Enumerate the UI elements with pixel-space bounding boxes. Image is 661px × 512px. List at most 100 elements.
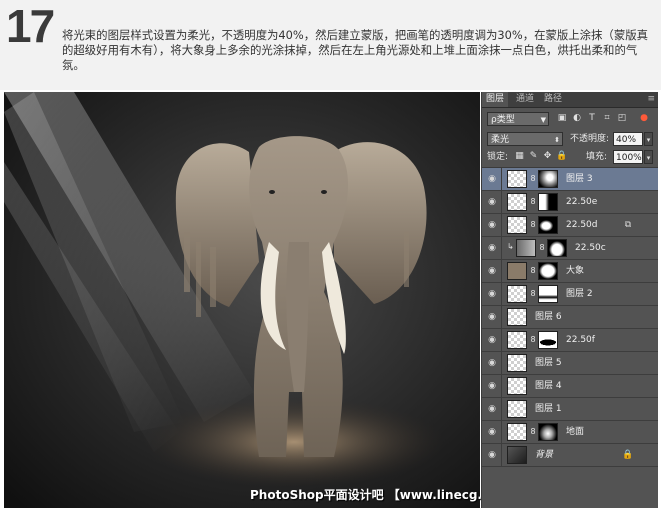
- layer-mask-thumbnail[interactable]: [538, 423, 558, 441]
- mask-link-icon[interactable]: 8: [530, 197, 536, 207]
- layer-name[interactable]: 图层 4: [535, 375, 562, 397]
- adjustment-filter-icon[interactable]: ◐: [571, 112, 583, 124]
- lock-transparent-icon[interactable]: ▦: [514, 151, 525, 162]
- layer-thumbnail[interactable]: [516, 239, 536, 257]
- layer-thumbnail[interactable]: [507, 193, 527, 211]
- layer-row[interactable]: ◉ 8 地面: [482, 421, 658, 444]
- layer-row[interactable]: ◉ 8 22.50e: [482, 191, 658, 214]
- layer-row[interactable]: ◉ 8 图层 2: [482, 283, 658, 306]
- layer-filter-dropdown[interactable]: ρ类型 ▼: [487, 112, 549, 126]
- layer-name[interactable]: 背景: [535, 444, 553, 466]
- divider: [501, 237, 502, 259]
- eye-icon[interactable]: ◉: [486, 173, 498, 185]
- mask-link-icon[interactable]: 8: [539, 243, 545, 253]
- layer-thumbnail[interactable]: [507, 308, 527, 326]
- eye-icon[interactable]: ◉: [486, 219, 498, 231]
- elephant-artwork: [4, 92, 480, 508]
- layer-name[interactable]: 大象: [566, 260, 584, 282]
- blend-mode-dropdown[interactable]: 柔光 ⬍: [487, 132, 563, 146]
- mask-link-icon[interactable]: 8: [530, 174, 536, 184]
- smart-object-filter-icon[interactable]: ◰: [616, 112, 628, 124]
- mask-link-icon[interactable]: 8: [530, 427, 536, 437]
- fill-input[interactable]: 100%: [613, 150, 643, 164]
- eye-icon[interactable]: ◉: [486, 265, 498, 277]
- opacity-slider-button[interactable]: ▾: [644, 132, 653, 146]
- layer-mask-thumbnail[interactable]: [547, 239, 567, 257]
- blend-row: 柔光 ⬍ 不透明度: 40% ▾: [482, 130, 658, 148]
- layer-mask-thumbnail[interactable]: [538, 170, 558, 188]
- layer-thumbnail[interactable]: [507, 262, 527, 280]
- layer-thumbnail[interactable]: [507, 216, 527, 234]
- layer-thumbnail[interactable]: [507, 285, 527, 303]
- layer-name[interactable]: 22.50c: [575, 237, 606, 259]
- layer-row[interactable]: ◉ 8 图层 3: [482, 168, 658, 191]
- eye-icon[interactable]: ◉: [486, 311, 498, 323]
- layer-row[interactable]: ◉ 图层 4: [482, 375, 658, 398]
- layer-mask-thumbnail[interactable]: [538, 193, 558, 211]
- layer-row[interactable]: ◉ 8 大象: [482, 260, 658, 283]
- layer-mask-thumbnail[interactable]: [538, 262, 558, 280]
- layer-name[interactable]: 地面: [566, 421, 584, 443]
- layer-name[interactable]: 图层 3: [566, 168, 593, 190]
- opacity-input[interactable]: 40%: [613, 132, 643, 146]
- mask-link-icon[interactable]: 8: [530, 335, 536, 345]
- shape-filter-icon[interactable]: ⌗: [601, 112, 613, 124]
- layer-mask-thumbnail[interactable]: [538, 216, 558, 234]
- layer-row[interactable]: ◉ 8 22.50f: [482, 329, 658, 352]
- layer-thumbnail[interactable]: [507, 400, 527, 418]
- lock-position-icon[interactable]: ✥: [542, 151, 553, 162]
- divider: [501, 444, 502, 466]
- eye-icon[interactable]: ◉: [486, 403, 498, 415]
- layer-thumbnail[interactable]: [507, 377, 527, 395]
- layer-row[interactable]: ◉ 图层 6: [482, 306, 658, 329]
- layer-name[interactable]: 图层 2: [566, 283, 593, 305]
- eye-icon[interactable]: ◉: [486, 288, 498, 300]
- lock-row: 锁定: ▦ ✎ ✥ 🔒 填充: 100% ▾: [482, 149, 658, 168]
- layer-name[interactable]: 22.50d: [566, 214, 597, 236]
- tab-paths[interactable]: 路径: [540, 92, 566, 107]
- eye-icon[interactable]: ◉: [486, 449, 498, 461]
- type-filter-icon[interactable]: T: [586, 112, 598, 124]
- layer-row[interactable]: ◉ 8 22.50d ⧉: [482, 214, 658, 237]
- layer-name[interactable]: 图层 1: [535, 398, 562, 420]
- lock-image-icon[interactable]: ✎: [528, 151, 539, 162]
- layer-mask-thumbnail[interactable]: [538, 285, 558, 303]
- eye-icon[interactable]: ◉: [486, 380, 498, 392]
- layer-mask-thumbnail[interactable]: [538, 331, 558, 349]
- layer-row[interactable]: ◉ ↳ 8 22.50c: [482, 237, 658, 260]
- layer-thumbnail[interactable]: [507, 170, 527, 188]
- layer-row[interactable]: ◉ 图层 5: [482, 352, 658, 375]
- layer-row[interactable]: ◉ 背景 🔒: [482, 444, 658, 467]
- layer-thumbnail[interactable]: [507, 354, 527, 372]
- lock-icon: 🔒: [622, 450, 634, 460]
- clipping-arrow-icon: ↳: [507, 242, 514, 251]
- eye-icon[interactable]: ◉: [486, 357, 498, 369]
- layer-name[interactable]: 22.50e: [566, 191, 597, 213]
- layer-name[interactable]: 图层 6: [535, 306, 562, 328]
- eye-icon[interactable]: ◉: [486, 196, 498, 208]
- filter-label: ρ类型: [491, 115, 515, 125]
- step-number: 17: [6, 0, 55, 52]
- fill-slider-button[interactable]: ▾: [644, 150, 653, 164]
- tab-layers[interactable]: 图层: [482, 92, 509, 107]
- layer-thumbnail[interactable]: [507, 331, 527, 349]
- layer-name[interactable]: 图层 5: [535, 352, 562, 374]
- lock-all-icon[interactable]: 🔒: [556, 151, 567, 162]
- eye-icon[interactable]: ◉: [486, 242, 498, 254]
- mask-link-icon[interactable]: 8: [530, 266, 536, 276]
- mask-link-icon[interactable]: 8: [530, 289, 536, 299]
- layer-row[interactable]: ◉ 图层 1: [482, 398, 658, 421]
- step-description: 将光束的图层样式设置为柔光，不透明度为40%，然后建立蒙版，把画笔的透明度调为3…: [62, 28, 648, 72]
- layer-thumbnail[interactable]: [507, 423, 527, 441]
- blend-mode-value: 柔光: [491, 135, 510, 145]
- filter-toggle-icon[interactable]: ●: [638, 112, 650, 124]
- layers-panel: 图层 通道 路径 ≡ ρ类型 ▼ ▣ ◐ T ⌗ ◰ ● 柔光 ⬍ 不透明度: …: [481, 92, 658, 508]
- layer-name[interactable]: 22.50f: [566, 329, 595, 351]
- eye-icon[interactable]: ◉: [486, 426, 498, 438]
- tab-channels[interactable]: 通道: [512, 92, 538, 107]
- eye-icon[interactable]: ◉: [486, 334, 498, 346]
- mask-link-icon[interactable]: 8: [530, 220, 536, 230]
- pixel-filter-icon[interactable]: ▣: [556, 112, 568, 124]
- panel-menu-icon[interactable]: ≡: [647, 92, 655, 107]
- layer-thumbnail[interactable]: [507, 446, 527, 464]
